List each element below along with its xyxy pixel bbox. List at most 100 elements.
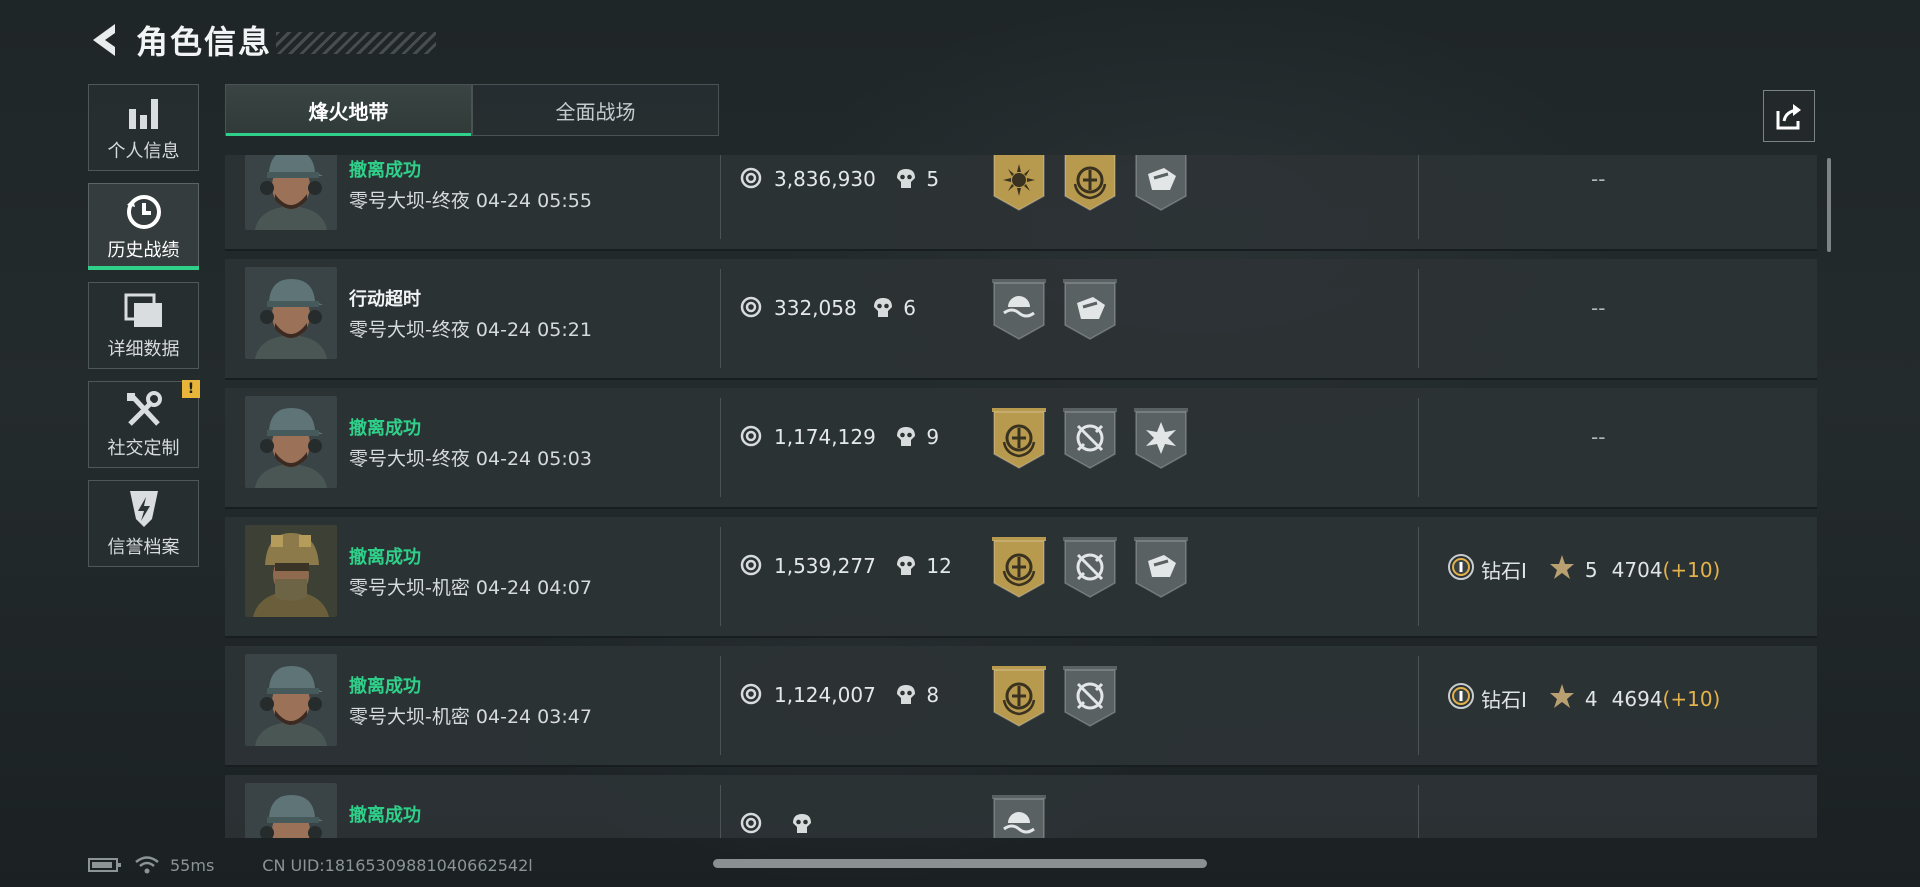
table-row[interactable]: 撤离成功 零号大坝-终夜 04-24 05:03 1,174,129 9 -- bbox=[225, 388, 1817, 509]
table-row[interactable]: 撤离成功 零号大坝-机密 04-24 04:07 1,539,277 12 钻石I 5 47… bbox=[225, 517, 1817, 638]
divider bbox=[1418, 269, 1419, 368]
skull-icon bbox=[896, 684, 916, 710]
outcome-text: 撤离成功 bbox=[349, 676, 421, 697]
operator-avatar bbox=[245, 783, 337, 838]
rank-empty: -- bbox=[1591, 425, 1606, 449]
gold-emblem-badge-icon[interactable] bbox=[992, 666, 1046, 728]
divider bbox=[1418, 656, 1419, 755]
loot-value: 332,058 bbox=[774, 296, 857, 320]
operator-avatar bbox=[245, 525, 337, 617]
tab-battlefield[interactable]: 全面战场 bbox=[472, 84, 719, 136]
sidebar-item-label: 历史战绩 bbox=[107, 239, 180, 261]
divider bbox=[720, 527, 721, 626]
map-time-text: 零号大坝-终夜 04-24 05:21 bbox=[349, 315, 592, 342]
divider bbox=[720, 785, 721, 838]
divider bbox=[720, 155, 721, 239]
rank-info: 钻石I 4 4694 (+10) bbox=[1447, 682, 1720, 715]
share-button[interactable] bbox=[1763, 90, 1815, 142]
battery-icon bbox=[88, 858, 121, 872]
divider bbox=[720, 269, 721, 368]
sidebar-item-detailed-data[interactable]: 详细数据 bbox=[88, 282, 199, 369]
coin-icon bbox=[740, 425, 762, 451]
coin-icon bbox=[740, 296, 762, 322]
badge-list bbox=[992, 408, 1188, 470]
loot-value: 1,539,277 bbox=[774, 554, 876, 578]
back-arrow-icon[interactable] bbox=[88, 20, 122, 60]
coin-icon bbox=[740, 812, 762, 838]
gray-crosshair-badge-icon[interactable] bbox=[1063, 408, 1117, 470]
rank-name: 钻石I bbox=[1481, 559, 1527, 583]
tools-icon bbox=[124, 390, 164, 430]
star-icon bbox=[1549, 554, 1575, 585]
share-icon bbox=[1776, 104, 1801, 130]
outcome-text: 撤离成功 bbox=[349, 805, 421, 826]
map-name: 零号大坝-机密 bbox=[349, 577, 470, 599]
match-time: 04-24 04:07 bbox=[475, 577, 592, 599]
map-time-text: 零号大坝-终夜 04-24 05:03 bbox=[349, 444, 592, 471]
operator-avatar bbox=[245, 396, 337, 488]
sidebar-item-personal-info[interactable]: 个人信息 bbox=[88, 84, 199, 171]
sidebar: 个人信息 历史战绩 详细数据 ! 社交定制 信誉档案 bbox=[88, 84, 201, 579]
rank-points: 4694 bbox=[1611, 686, 1663, 711]
outcome-text: 行动超时 bbox=[349, 289, 421, 310]
coin-icon bbox=[740, 167, 762, 193]
gold-emblem-badge-icon[interactable] bbox=[992, 408, 1046, 470]
sidebar-item-reputation[interactable]: 信誉档案 bbox=[88, 480, 199, 567]
gold-sun-badge-icon[interactable] bbox=[992, 155, 1046, 212]
rank-empty: -- bbox=[1591, 167, 1606, 191]
tab-warzone[interactable]: 烽火地带 bbox=[225, 84, 472, 136]
table-row[interactable]: 行动超时 零号大坝-终夜 04-24 05:21 332,058 6 -- bbox=[225, 259, 1817, 380]
badge-list bbox=[992, 155, 1188, 212]
rank-delta: (+10) bbox=[1662, 557, 1721, 582]
match-time: 04-24 05:03 bbox=[475, 448, 592, 470]
gray-crate-badge-icon[interactable] bbox=[1134, 537, 1188, 599]
gold-emblem-badge-icon[interactable] bbox=[1063, 155, 1117, 212]
table-row[interactable]: 撤离成功 零号大坝-终夜 04-24 05:55 3,836,930 5 -- bbox=[225, 155, 1817, 251]
operator-avatar bbox=[245, 267, 337, 359]
gray-crosshair-badge-icon[interactable] bbox=[1063, 537, 1117, 599]
kill-count: 5 bbox=[926, 167, 940, 191]
uid-text: CN UID:18165309881040662542l bbox=[262, 855, 533, 875]
home-indicator[interactable] bbox=[713, 859, 1207, 868]
gray-crate-badge-icon[interactable] bbox=[1134, 155, 1188, 212]
match-time: 04-24 05:21 bbox=[475, 319, 592, 341]
rank-info: 钻石I 5 4704 (+10) bbox=[1447, 553, 1720, 586]
history-clock-icon bbox=[125, 192, 163, 232]
sidebar-item-label: 信誉档案 bbox=[107, 536, 180, 558]
sidebar-item-history[interactable]: 历史战绩 bbox=[88, 183, 199, 270]
divider bbox=[720, 656, 721, 755]
mode-tabs: 烽火地带 全面战场 bbox=[225, 84, 719, 136]
gray-burst-badge-icon[interactable] bbox=[1134, 408, 1188, 470]
gray-crate-badge-icon[interactable] bbox=[1063, 279, 1117, 341]
rank-level: 5 bbox=[1584, 557, 1598, 582]
star-icon bbox=[1549, 683, 1575, 714]
divider bbox=[1418, 785, 1419, 838]
table-row[interactable]: 撤离成功 零号大坝-机密 04-24 03:47 1,124,007 8 钻石I 4 469… bbox=[225, 646, 1817, 767]
gold-emblem-badge-icon[interactable] bbox=[992, 537, 1046, 599]
map-time-text: 零号大坝-终夜 04-24 05:55 bbox=[349, 186, 592, 213]
map-time-text: 零号大坝-机密 04-24 03:47 bbox=[349, 702, 592, 729]
history-list[interactable]: 撤离成功 零号大坝-终夜 04-24 05:55 3,836,930 5 -- 行动超时… bbox=[225, 155, 1817, 838]
shield-bolt-icon bbox=[126, 489, 162, 529]
rank-emblem-icon bbox=[1447, 553, 1475, 586]
badge-list bbox=[992, 795, 1046, 838]
status-bar: 55ms CN UID:18165309881040662542l bbox=[88, 855, 533, 875]
map-name: 零号大坝-终夜 bbox=[349, 190, 470, 212]
warning-badge: ! bbox=[182, 380, 200, 398]
gray-wave-badge-icon[interactable] bbox=[992, 795, 1046, 838]
divider bbox=[1418, 155, 1419, 239]
rank-delta: (+10) bbox=[1662, 686, 1721, 711]
scrollbar[interactable] bbox=[1827, 158, 1831, 252]
table-row[interactable]: 撤离成功 bbox=[225, 775, 1817, 838]
map-name: 零号大坝-机密 bbox=[349, 706, 470, 728]
outcome-text: 撤离成功 bbox=[349, 160, 421, 181]
rank-empty: -- bbox=[1591, 296, 1606, 320]
gray-wave-badge-icon[interactable] bbox=[992, 279, 1046, 341]
map-name: 零号大坝-终夜 bbox=[349, 448, 470, 470]
divider bbox=[1418, 398, 1419, 497]
sidebar-item-label: 个人信息 bbox=[107, 140, 180, 162]
outcome-text: 撤离成功 bbox=[349, 418, 421, 439]
gray-crosshair-badge-icon[interactable] bbox=[1063, 666, 1117, 728]
rank-emblem-icon bbox=[1447, 682, 1475, 715]
sidebar-item-social-custom[interactable]: ! 社交定制 bbox=[88, 380, 200, 468]
